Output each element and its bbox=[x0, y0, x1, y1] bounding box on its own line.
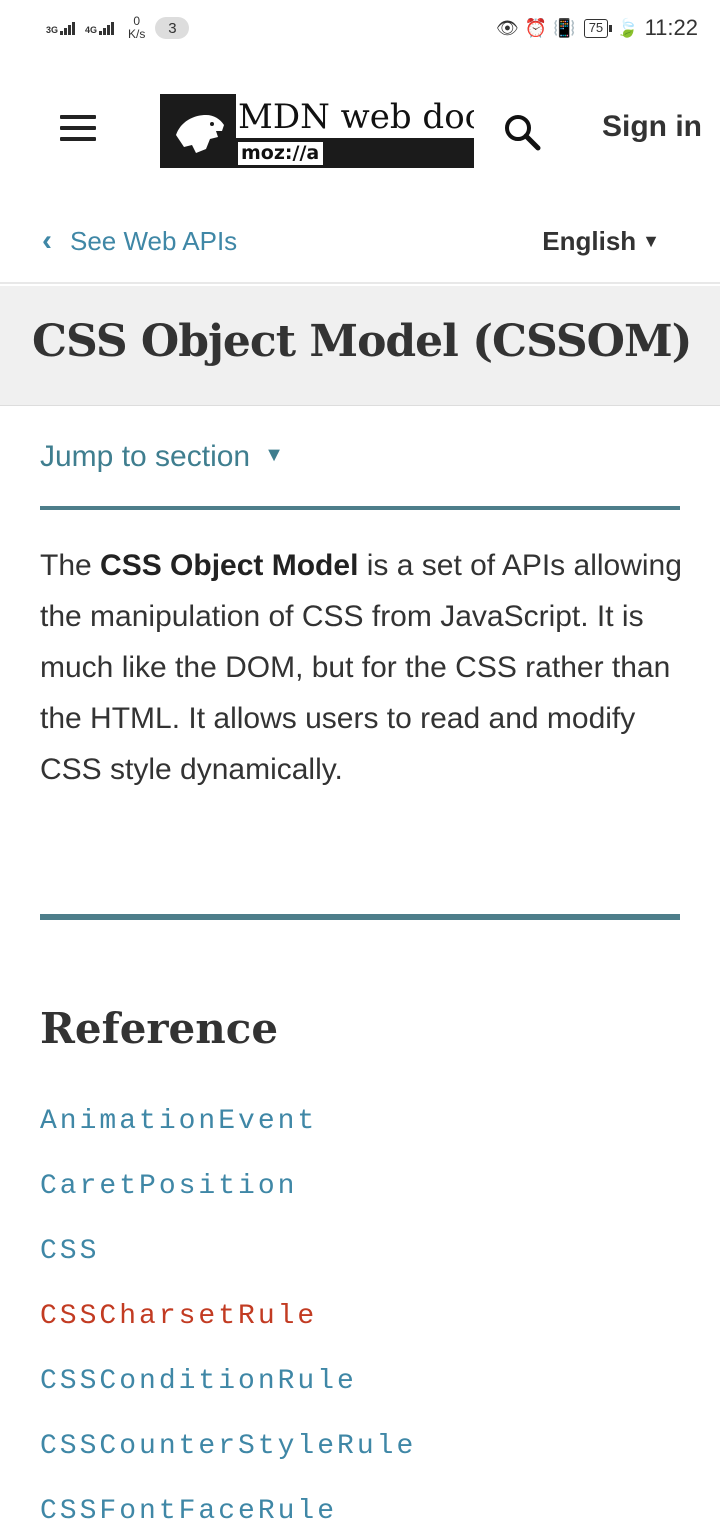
reference-link[interactable]: CSSCharsetRule bbox=[40, 1301, 416, 1366]
caret-down-icon: ▼ bbox=[264, 444, 284, 466]
signal-3g-icon: 3G bbox=[46, 21, 76, 35]
back-link[interactable]: ‹ See Web APIs bbox=[42, 224, 237, 258]
language-label: English bbox=[542, 226, 637, 256]
reference-link[interactable]: AnimationEvent bbox=[40, 1106, 416, 1171]
logo-subtitle: moz://a bbox=[238, 142, 324, 165]
breadcrumb: ‹ See Web APIs English ▼ bbox=[0, 206, 720, 284]
search-icon[interactable] bbox=[502, 112, 542, 152]
dinosaur-icon bbox=[160, 94, 236, 168]
signal-4g-label: 4G bbox=[85, 24, 98, 35]
battery-icon: 75 bbox=[583, 18, 613, 38]
title-band: CSS Object Model (CSSOM) bbox=[0, 286, 720, 406]
sign-in-link[interactable]: Sign in bbox=[602, 110, 702, 144]
menu-icon[interactable] bbox=[60, 115, 96, 141]
reference-link[interactable]: CSSCounterStyleRule bbox=[40, 1431, 416, 1496]
jump-label: Jump to section bbox=[40, 440, 251, 473]
vibrate-icon: 📳 bbox=[553, 17, 576, 38]
reference-link[interactable]: CaretPosition bbox=[40, 1171, 416, 1236]
signal-3g-label: 3G bbox=[46, 24, 59, 35]
intro-post: is a set of APIs allowing the manipulati… bbox=[40, 549, 682, 786]
leaf-icon: 🍃 bbox=[616, 17, 639, 38]
mdn-logo[interactable]: MDN web docs moz://a bbox=[160, 94, 474, 168]
back-link-label: See Web APIs bbox=[70, 225, 238, 256]
signal-4g-icon: 4G bbox=[85, 21, 115, 35]
jump-to-section[interactable]: Jump to section ▼ bbox=[40, 440, 680, 510]
notification-count-badge: 3 bbox=[155, 17, 190, 39]
clock: 11:22 bbox=[644, 15, 698, 40]
reference-link[interactable]: CSS bbox=[40, 1236, 416, 1301]
section-divider bbox=[40, 914, 680, 920]
logo-title: MDN web docs bbox=[236, 94, 474, 138]
intro-pre: The bbox=[40, 549, 101, 582]
intro-bold: CSS Object Model bbox=[100, 549, 359, 582]
network-speed: 0 K/s bbox=[128, 15, 145, 41]
network-speed-unit: K/s bbox=[128, 27, 146, 41]
status-bar: 3G 4G 0 K/s 3 👁 ⏰ 📳 75 🍃 11:22 bbox=[0, 0, 720, 56]
page-title: CSS Object Model (CSSOM) bbox=[32, 316, 692, 367]
reference-link[interactable]: CSSFontFaceRule bbox=[40, 1496, 416, 1520]
site-header: MDN web docs moz://a Sign in bbox=[0, 56, 720, 206]
chevron-left-icon: ‹ bbox=[42, 224, 52, 257]
reference-heading: Reference bbox=[40, 1004, 279, 1053]
language-selector[interactable]: English ▼ bbox=[542, 226, 660, 257]
reference-list: AnimationEvent CaretPosition CSS CSSCharset… bbox=[40, 1106, 416, 1520]
alarm-icon: ⏰ bbox=[524, 17, 548, 38]
caret-down-icon: ▼ bbox=[642, 231, 660, 251]
eye-comfort-icon: 👁 bbox=[495, 17, 519, 38]
reference-link[interactable]: CSSConditionRule bbox=[40, 1366, 416, 1431]
intro-paragraph: The CSS Object Model is a set of APIs al… bbox=[40, 540, 690, 795]
